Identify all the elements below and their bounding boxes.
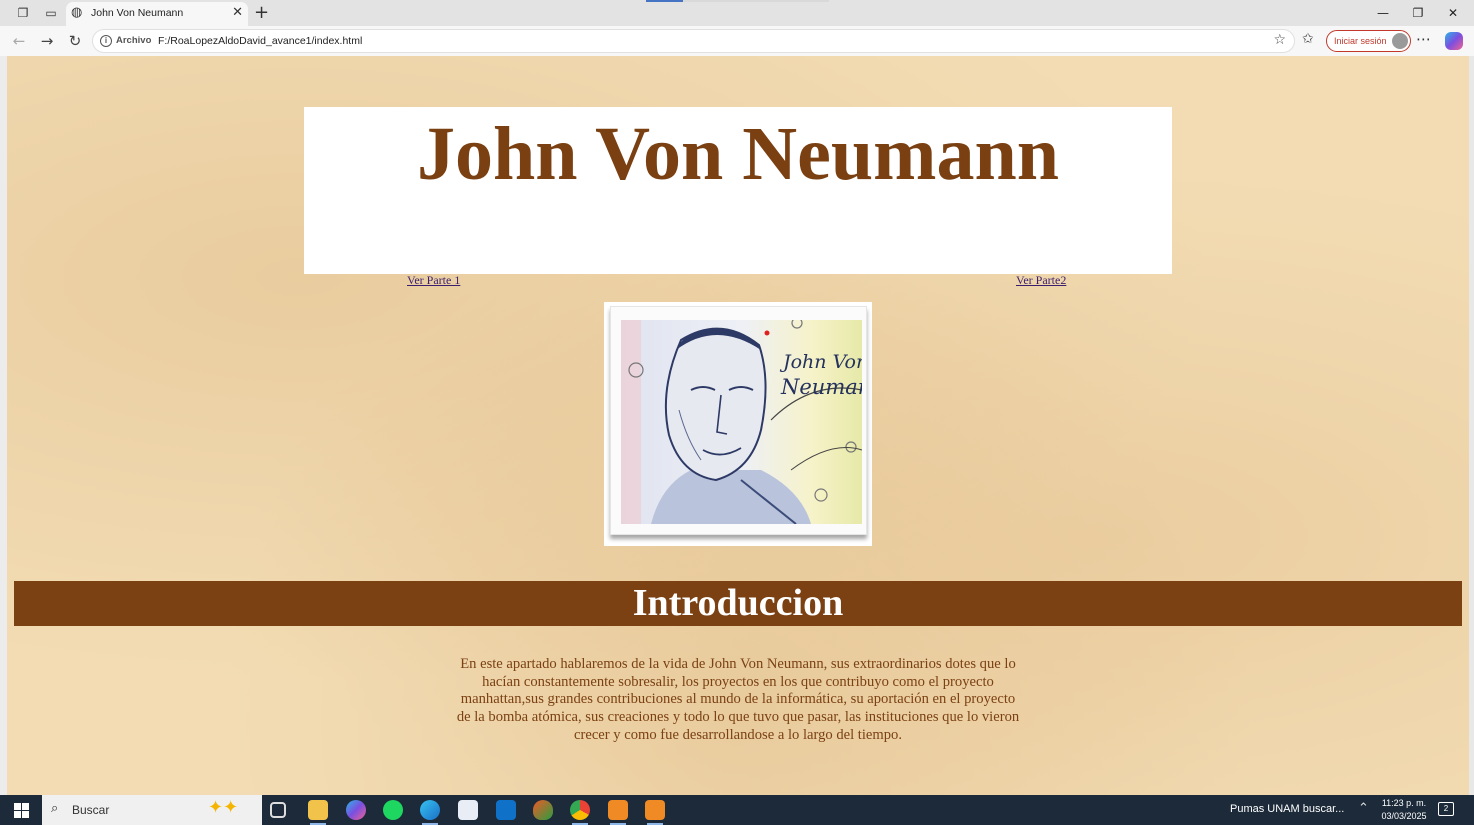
link-ver-parte-1[interactable]: Ver Parte 1 (407, 273, 460, 288)
signin-label: Iniciar sesión (1334, 36, 1387, 46)
browser-tab-bar: ❐ ▭ ◍ John Von Neumann ✕ + — ❐ ✕ (0, 0, 1474, 26)
copilot-app-icon[interactable] (346, 800, 366, 820)
restore-icon[interactable]: ❐ (1403, 3, 1433, 23)
portrait-frame: John Von Neumann (604, 302, 872, 546)
outlook-icon[interactable] (496, 800, 516, 820)
tab-active[interactable]: ◍ John Von Neumann ✕ (66, 2, 248, 26)
favorite-star-icon[interactable]: ☆ (1273, 32, 1286, 48)
portrait-image: John Von Neumann (621, 320, 862, 524)
new-tab-icon[interactable]: + (254, 2, 269, 23)
header-box: John Von Neumann (304, 107, 1172, 274)
section-heading-bar: Introduccion (14, 581, 1462, 626)
url-scheme-badge: Archivo (116, 35, 152, 46)
avatar (1392, 33, 1408, 49)
tab-title: John Von Neumann (91, 7, 184, 19)
tab-drag-track (683, 0, 829, 2)
url-text[interactable]: F:/RoaLopezAldoDavid_avance1/index.html (158, 35, 362, 47)
back-icon[interactable]: ← (9, 31, 29, 51)
task-view-icon[interactable] (270, 802, 286, 818)
page-scrollbar[interactable] (1469, 56, 1474, 795)
sparkle-icon: ✦✦ (208, 797, 239, 818)
spotify-icon[interactable] (383, 800, 403, 820)
portrait-card: John Von Neumann (610, 306, 867, 535)
page-title: John Von Neumann (416, 112, 1060, 196)
chrome-icon[interactable] (570, 800, 590, 825)
clock-date: 03/03/2025 (1381, 811, 1427, 821)
close-tab-icon[interactable]: ✕ (232, 5, 243, 20)
minimize-icon[interactable]: — (1368, 3, 1398, 23)
store-icon[interactable] (458, 800, 478, 820)
close-window-icon[interactable]: ✕ (1438, 3, 1468, 23)
vpn-shield-icon[interactable] (533, 800, 553, 820)
taskbar: ⌕ Buscar ✦✦ Pumas UNAM buscar... ⌃ 11:23… (0, 795, 1474, 825)
reload-icon[interactable]: ↻ (65, 31, 85, 51)
forward-icon[interactable]: → (37, 31, 57, 51)
intro-paragraph: En este apartado hablaremos de la vida d… (456, 656, 1020, 743)
section-heading: Introduccion (632, 582, 844, 624)
windows-start-icon[interactable] (14, 803, 29, 818)
url-field[interactable]: i Archivo F:/RoaLopezAldoDavid_avance1/i… (92, 29, 1295, 53)
taskbar-search[interactable]: ⌕ Buscar ✦✦ (42, 795, 262, 825)
news-widget[interactable]: Pumas UNAM buscar... (1230, 803, 1344, 815)
link-ver-parte-2[interactable]: Ver Parte2 (1016, 273, 1066, 288)
sublime-text-icon[interactable] (608, 800, 628, 825)
signin-button[interactable]: Iniciar sesión (1326, 30, 1411, 52)
edge-icon[interactable] (420, 800, 440, 825)
tab-actions-icon[interactable]: ▭ (43, 5, 59, 21)
globe-icon: ◍ (71, 5, 83, 20)
address-bar-row: ← → ↻ i Archivo F:/RoaLopezAldoDavid_ava… (0, 26, 1474, 56)
notification-icon[interactable]: 2 (1438, 802, 1454, 816)
favorites-icon[interactable]: ✩ (1302, 31, 1314, 47)
portrait-caption-line1: John Von (779, 351, 862, 373)
page-viewport: John Von Neumann Ver Parte 1 Ver Parte2 (7, 56, 1469, 795)
workspaces-icon[interactable]: ❐ (15, 5, 31, 21)
portrait-caption-line2: Neumann (780, 375, 862, 399)
chevron-up-icon[interactable]: ⌃ (1358, 801, 1369, 816)
info-icon[interactable]: i (100, 35, 112, 47)
search-placeholder: Buscar (72, 803, 110, 817)
clock[interactable]: 11:23 p. m. 03/03/2025 (1376, 797, 1432, 823)
file-explorer-icon[interactable] (308, 800, 328, 825)
more-menu-icon[interactable]: ⋯ (1416, 30, 1431, 48)
copilot-icon[interactable] (1445, 32, 1463, 50)
tab-drag-indicator (646, 0, 683, 2)
clock-time: 11:23 p. m. (1381, 798, 1427, 808)
search-icon: ⌕ (51, 801, 59, 816)
sublime-text-icon-2[interactable] (645, 800, 665, 825)
